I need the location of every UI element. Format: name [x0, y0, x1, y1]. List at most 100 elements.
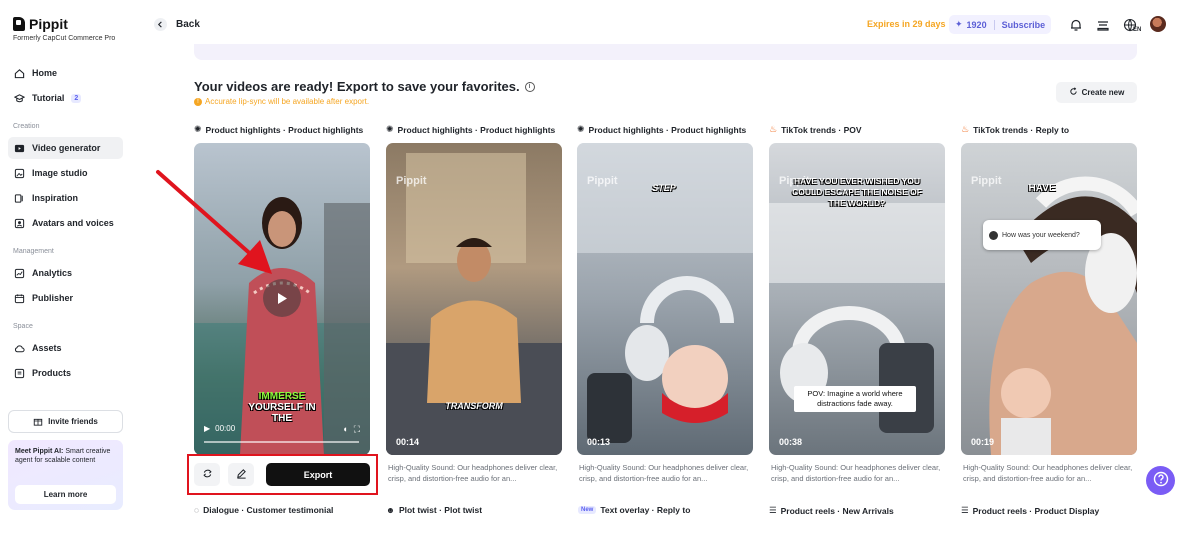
category-text: Plot twist · Plot twist — [398, 505, 483, 515]
chat-bubble: How was your weekend? — [983, 220, 1101, 250]
next-row-category: ☰ Product reels · New Arrivals — [769, 505, 894, 516]
chat-bubble-text: How was your weekend? — [1002, 231, 1080, 239]
card-category: ✺ Product highlights · Product highlights — [194, 124, 363, 135]
player-controls: ▶ 00:00 — [204, 424, 235, 433]
category-text: TikTok trends · POV — [781, 124, 862, 135]
tray-icon[interactable] — [1095, 17, 1110, 32]
info-icon[interactable]: i — [524, 81, 535, 92]
question-icon — [1153, 471, 1169, 490]
sidebar-item-tutorial[interactable]: Tutorial 2 — [8, 87, 123, 109]
tutorial-badge: 2 — [71, 93, 82, 103]
watermark: Pippit — [971, 175, 1002, 187]
sidebar-item-publisher[interactable]: Publisher — [8, 287, 123, 309]
sidebar-item-label: Video generator — [32, 143, 101, 153]
avatar[interactable] — [1150, 16, 1166, 32]
video-duration: 00:14 — [396, 437, 420, 447]
card-category: ♨ TikTok trends · Reply to — [961, 124, 1069, 135]
back-chevron-icon[interactable] — [154, 18, 167, 31]
sidebar-item-video-generator[interactable]: Video generator — [8, 137, 123, 159]
caption-text: HAVE YOU EVER WISHED YOU COULD ESCAPE TH… — [792, 176, 922, 208]
new-tag: New — [578, 506, 597, 514]
sidebar-item-label: Image studio — [32, 168, 88, 178]
sidebar-item-inspiration[interactable]: Inspiration — [8, 187, 123, 209]
fullscreen-icon[interactable]: ⛶ — [354, 424, 360, 435]
highlight-box — [187, 454, 378, 495]
section-label-creation: Creation — [13, 123, 40, 130]
video-card[interactable]: Pippit TRANSFORM 00:14 — [386, 143, 562, 455]
warning-icon: ! — [194, 97, 202, 106]
card-description: High-Quality Sound: Our headphones deliv… — [579, 463, 749, 483]
category-text: Product reels · New Arrivals — [780, 505, 894, 516]
sidebar-item-home[interactable]: Home — [8, 62, 123, 84]
divider — [993, 19, 995, 30]
card-category: ✺ Product highlights · Product highlights — [577, 124, 746, 135]
current-time: 00:00 — [215, 424, 236, 433]
reels-icon: ☰ — [769, 505, 777, 515]
products-icon — [14, 368, 25, 379]
person-icon: ☻ — [386, 505, 395, 515]
card-description: High-Quality Sound: Our headphones deliv… — [771, 463, 941, 483]
pov-caption: POV: Imagine a world where distractions … — [794, 386, 916, 412]
learn-more-button[interactable]: Learn more — [15, 485, 116, 504]
sidebar-item-analytics[interactable]: Analytics — [8, 262, 123, 284]
next-row-category: ◌ Dialogue · Customer testimonial — [194, 505, 333, 515]
play-icon[interactable]: ▶ — [204, 424, 210, 433]
promo-card: Meet Pippit AI: Smart creative agent for… — [8, 440, 123, 510]
lip-sync-notice: ! Accurate lip-sync will be available af… — [194, 97, 369, 106]
video-duration: 00:19 — [971, 437, 995, 447]
sidebar-item-avatars-voices[interactable]: Avatars and voices — [8, 212, 123, 234]
page-title: Your videos are ready! Export to save yo… — [194, 79, 535, 94]
sidebar-item-label: Avatars and voices — [32, 218, 114, 228]
chat-icon: ◌ — [194, 505, 200, 515]
category-text: Product highlights · Product highlights — [588, 124, 747, 135]
invite-friends-button[interactable]: Invite friends — [8, 410, 123, 433]
fire-icon: ♨ — [769, 124, 778, 134]
topbar: Back Expires in 29 days ✦ 1920 Subscribe… — [134, 0, 1185, 48]
next-row-category: ☰ Product reels · Product Display — [961, 505, 1099, 516]
next-row-category: ☻ Plot twist · Plot twist — [386, 505, 482, 515]
lip-sync-notice-text: Accurate lip-sync will be available afte… — [205, 97, 370, 106]
video-card[interactable]: Pippit HAVE How was your weekend? 00:19 — [961, 143, 1137, 455]
caption-text: HAVE — [1028, 183, 1056, 194]
create-new-button[interactable]: Create new — [1056, 82, 1137, 103]
video-duration: 00:13 — [587, 437, 611, 447]
sidebar-item-products[interactable]: Products — [8, 362, 123, 384]
caption-text: STEP — [652, 183, 676, 193]
watermark: Pippit — [396, 175, 427, 187]
subscribe-link[interactable]: Subscribe — [1002, 20, 1046, 30]
section-label-management: Management — [13, 248, 54, 255]
sidebar-item-label: Publisher — [32, 293, 74, 303]
sidebar-item-assets[interactable]: Assets — [8, 337, 123, 359]
fire-icon: ♨ — [961, 124, 970, 134]
sparkle-icon: ✺ — [194, 124, 202, 134]
volume-icon[interactable]: ◖ — [342, 424, 347, 435]
back-button[interactable]: Back — [176, 19, 200, 30]
avatar-voice-icon — [14, 218, 25, 229]
create-new-label: Create new — [1081, 88, 1125, 97]
pippit-logo-icon — [13, 17, 25, 31]
invite-friends-label: Invite friends — [48, 417, 98, 426]
home-icon — [14, 68, 25, 79]
sidebar-item-image-studio[interactable]: Image studio — [8, 162, 123, 184]
video-card[interactable]: Pippit STEP 00:13 — [577, 143, 753, 455]
sidebar-item-label: Assets — [32, 343, 62, 353]
credits-pill[interactable]: ✦ 1920 Subscribe — [949, 15, 1051, 34]
bell-icon[interactable] — [1068, 17, 1083, 32]
brand-subtitle: Formerly CapCut Commerce Pro — [13, 35, 116, 42]
cloud-icon — [14, 343, 25, 354]
category-text: Product highlights · Product highlights — [397, 124, 556, 135]
credits-count: 1920 — [966, 19, 987, 30]
video-card[interactable]: Pippit HAVE YOU EVER WISHED YOU COULD ES… — [769, 143, 945, 455]
help-button[interactable] — [1146, 466, 1175, 495]
progress-bar[interactable] — [204, 441, 359, 443]
category-text: Product highlights · Product highlights — [205, 124, 364, 135]
refresh-icon — [1069, 87, 1078, 98]
brand-name: Pippit — [29, 16, 68, 32]
brand[interactable]: Pippit — [13, 16, 68, 32]
analytics-icon — [14, 268, 25, 279]
section-label-space: Space — [13, 323, 33, 330]
card-category: ✺ Product highlights · Product highlights — [386, 124, 555, 135]
category-text: Text overlay · Reply to — [600, 505, 691, 515]
sparkle-icon: ✺ — [386, 124, 394, 134]
sidebar-item-label: Analytics — [32, 268, 73, 278]
